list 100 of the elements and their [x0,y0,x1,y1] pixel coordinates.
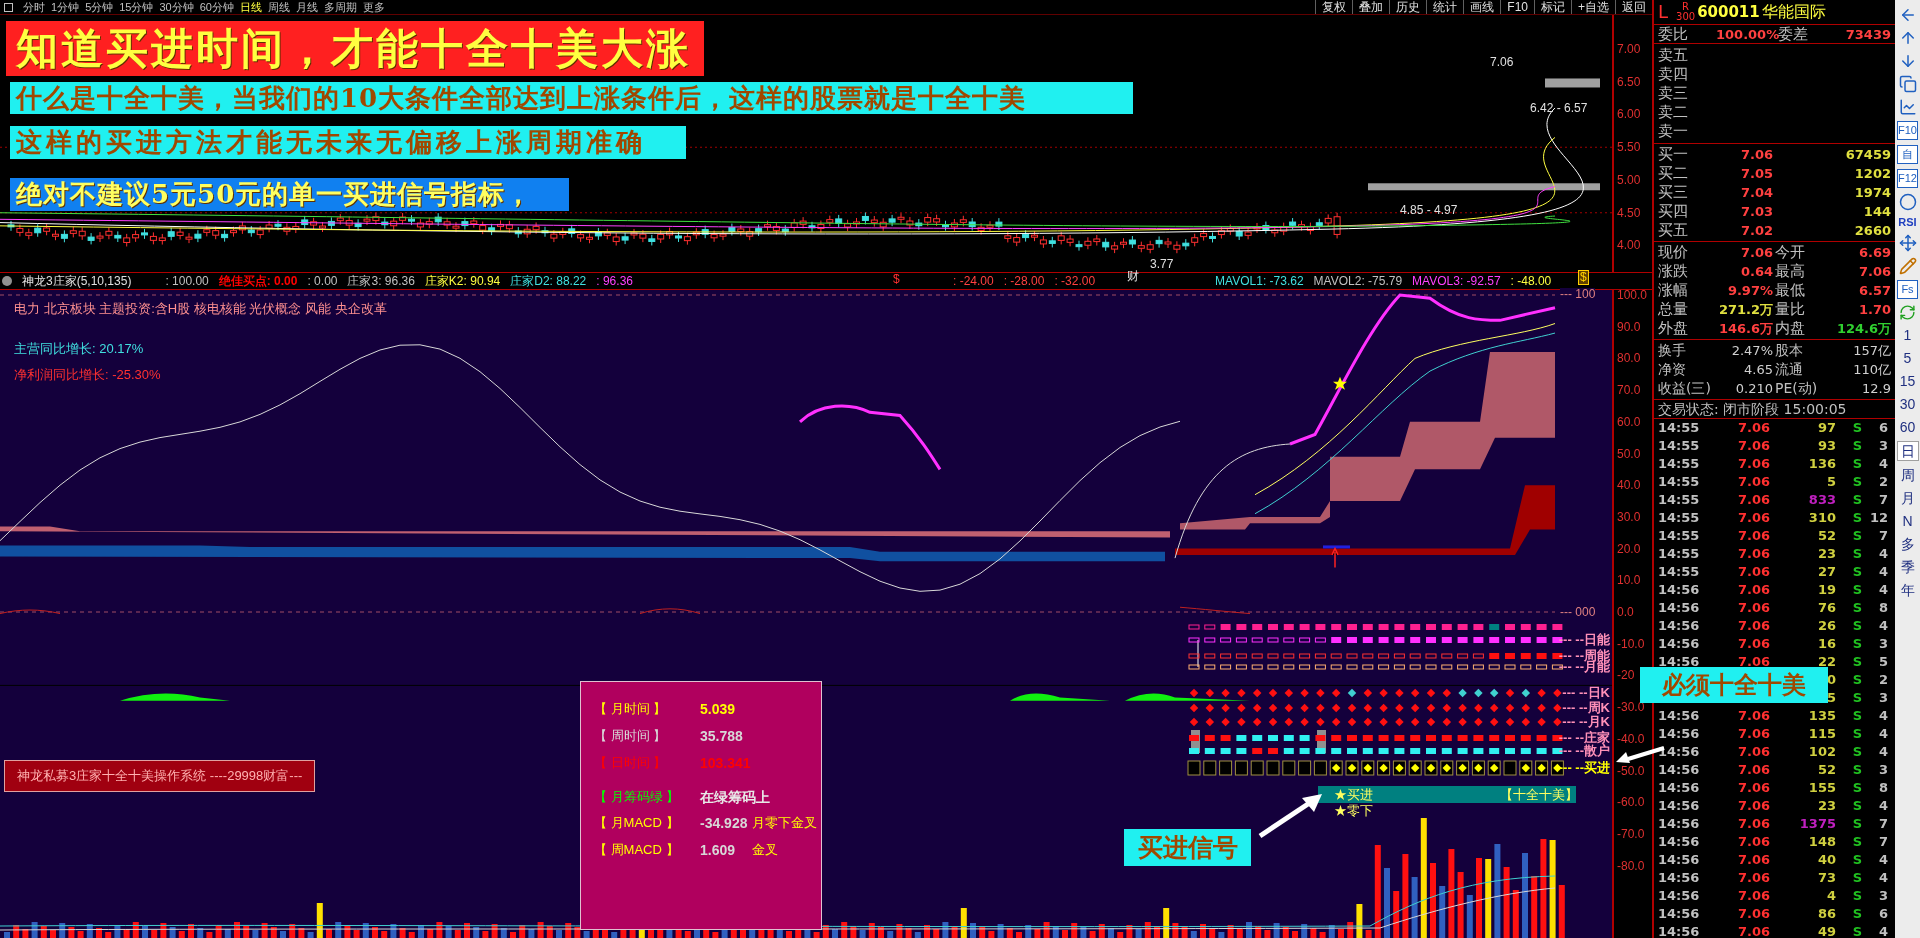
axis-label: 4.00 [1617,238,1641,253]
tick-price: 7.06 [1736,545,1770,563]
toolbar-button[interactable]: F10 [1500,0,1534,14]
period-tab[interactable]: 周线 [268,0,290,14]
toolbar-button[interactable]: 标记 [1534,0,1571,14]
tick-volume: 97 [1817,419,1836,437]
toolbar-button[interactable]: 画线 [1463,0,1501,14]
field-label: 涨跌 [1658,262,1689,281]
toolbar-button[interactable]: F12 [1897,169,1918,188]
ask-label: 卖一 [1658,122,1688,141]
toolbar-button[interactable]: 叠加 [1352,0,1390,14]
tick-count: 4 [1877,869,1888,887]
period-button[interactable]: 多 [1896,535,1919,553]
tick-count: 4 [1877,545,1888,563]
tick-time: 14:56 [1658,599,1701,617]
period-button[interactable]: 1 [1896,326,1919,344]
toolbar-button[interactable]: F10 [1897,121,1918,140]
indicator-value: MAVOL1: -73.62 [1215,273,1304,290]
market-letter: L [1658,0,1669,24]
period-button[interactable]: 年 [1896,581,1919,599]
indicator-button[interactable]: RSI [1898,216,1917,229]
toolbar-button[interactable]: 自 [1897,145,1918,164]
stock-info-text: 净利润同比增长: -25.30% [14,366,161,384]
tick-volume: 0 [1826,671,1836,689]
indicator-value: 庄家K2: 90.94 [424,273,501,290]
tick-count: 3 [1877,635,1888,653]
period-tab[interactable]: 30分钟 [159,0,194,14]
tick-time: 14:55 [1658,437,1701,455]
tick-time: 14:56 [1658,869,1701,887]
bid-volume: 2660 [1853,222,1891,240]
signal-text: ★买进 [1334,786,1373,803]
tick-side: S [1851,779,1862,797]
tick-volume: 52 [1817,761,1836,779]
info-label: 【 周时间 】 [594,728,667,744]
tick-count: 12 [1868,509,1888,527]
tick-price: 7.06 [1736,833,1770,851]
axis-label: 5.50 [1617,140,1641,155]
tick-side: S [1851,617,1862,635]
tick-count: 7 [1877,527,1888,545]
period-tab[interactable]: 15分钟 [119,0,154,14]
axis-label: -10.0 [1617,636,1645,651]
tick-time: 14:56 [1658,725,1701,743]
period-tab[interactable]: 60分钟 [199,0,234,14]
period-tab[interactable]: 多周期 [324,0,357,14]
period-button[interactable]: 季 [1896,558,1919,576]
info-value: -34.928 [700,815,748,831]
tick-volume: 76 [1817,599,1836,617]
tick-price: 7.06 [1736,707,1770,725]
system-title-box: 神龙私募3庄家十全十美操作系统 ----29998财富--- [4,760,315,792]
tick-count: 4 [1877,797,1888,815]
axis-label: 100.0 [1617,288,1648,302]
info-value: 在绿筹码上 [700,789,770,805]
tick-price: 7.06 [1736,563,1770,581]
period-button[interactable]: N [1896,512,1919,530]
period-button[interactable]: 周 [1896,466,1919,484]
tick-side: S [1851,689,1862,707]
indicator-value: MAVOL3: -92.57 [1412,273,1501,290]
indicator-value: : -48.00 [1510,273,1552,290]
line-label: --- 100 [1560,288,1596,301]
field-value: 12.9 [1861,380,1891,398]
tick-time: 14:56 [1658,779,1701,797]
period-button[interactable]: 30 [1896,395,1919,413]
field-label: 现价 [1658,243,1689,262]
tick-side: S [1851,725,1862,743]
field-label: 总量 [1658,300,1689,319]
period-button[interactable]: 60 [1896,418,1919,436]
tick-price: 7.06 [1736,851,1770,869]
toolbar-button[interactable]: 历史 [1389,0,1427,14]
tick-count: 4 [1877,581,1888,599]
period-button[interactable]: 月 [1896,489,1919,507]
period-tab[interactable]: 月线 [296,0,318,14]
tick-time: 14:55 [1658,419,1701,437]
toolbar-button[interactable]: Fs [1897,280,1918,299]
tick-time: 14:55 [1658,563,1701,581]
period-tab[interactable]: 1分钟 [51,0,80,14]
toolbar-button[interactable]: 复权 [1315,0,1353,14]
toolbar-button[interactable]: 统计 [1426,0,1464,14]
index-label: R [1682,2,1690,12]
period-tab[interactable]: 5分钟 [85,0,114,14]
bid-volume: 144 [1862,203,1891,221]
period-tab[interactable]: 更多 [363,0,385,14]
tick-volume: 86 [1817,905,1836,923]
tick-count: 4 [1877,707,1888,725]
axis-label: -40.0 [1617,731,1645,746]
period-button[interactable]: 日 [1896,441,1919,461]
price-label: 4.85 - 4.97 [1400,204,1458,217]
stock-name: 华能国际 [1761,1,1826,23]
tick-time: 14:56 [1658,761,1701,779]
axis-label: 70.0 [1617,383,1641,398]
tick-price: 7.06 [1736,779,1770,797]
field-label: PE(动) [1775,379,1818,398]
period-tab[interactable]: 日线 [240,0,262,14]
field-value: 73439 [1844,25,1891,44]
period-button[interactable]: 5 [1896,349,1919,367]
bid-label: 买三 [1658,183,1689,202]
toolbar-button[interactable]: +自选 [1571,0,1615,14]
period-button[interactable]: 15 [1896,372,1919,390]
period-tab[interactable]: 分时 [23,0,45,14]
bid-label: 买一 [1658,145,1689,164]
tick-side: S [1851,923,1862,938]
